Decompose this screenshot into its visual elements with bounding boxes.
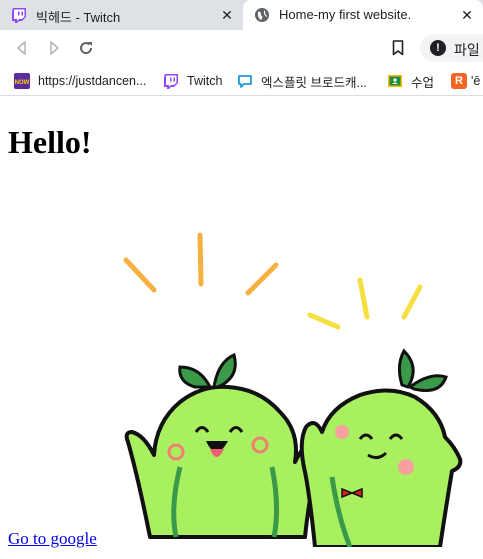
reload-icon[interactable] — [76, 38, 96, 58]
tab-twitch[interactable]: 빅헤드 - Twitch ✕ — [0, 0, 243, 30]
now-icon: NOW — [14, 73, 30, 89]
bookmark-label: 'ē — [471, 74, 481, 88]
bookmark-classroom[interactable]: 수업 — [387, 71, 434, 91]
classroom-icon — [387, 73, 403, 89]
twitch-icon — [10, 6, 28, 24]
toolbar: ! 파일 — [0, 30, 483, 66]
tab-home[interactable]: Home-my first website. ✕ — [243, 0, 483, 30]
page-content: Hello! Go to google — [0, 97, 483, 559]
bookmark-label: Twitch — [187, 74, 223, 88]
back-icon[interactable] — [12, 38, 32, 58]
twitch-icon — [163, 73, 179, 89]
bookmark-xsplit[interactable]: 엑스플릿 브로드캐... — [237, 71, 367, 91]
address-text: 파일 — [454, 42, 480, 58]
sparkle-lines-left — [123, 232, 279, 296]
bookmark-label: https://justdancen... — [38, 74, 147, 88]
monitor-icon — [237, 73, 253, 89]
page-title: Hello! — [8, 124, 92, 160]
character-left — [124, 352, 325, 539]
close-icon[interactable]: ✕ — [457, 5, 477, 25]
address-bar[interactable]: ! 파일 — [420, 34, 483, 62]
tab-strip: 빅헤드 - Twitch ✕ Home-my first website. ✕ — [0, 0, 483, 30]
google-link[interactable]: Go to google — [8, 529, 97, 549]
character-right — [299, 348, 463, 547]
tab-title: 빅헤드 - Twitch — [36, 10, 121, 25]
bookmark-twitch[interactable]: Twitch — [163, 71, 222, 91]
tab-title: Home-my first website. — [279, 7, 412, 22]
bookmark-r[interactable]: R 'ē — [451, 71, 480, 91]
sparkle-lines-right — [307, 277, 423, 330]
bookmark-label: 수업 — [411, 75, 435, 90]
globe-icon — [253, 6, 271, 24]
r-icon: R — [451, 73, 467, 89]
bookmark-justdance[interactable]: NOW https://justdancen... — [14, 71, 146, 91]
now-icon-text: NOW — [15, 80, 30, 86]
forward-icon[interactable] — [44, 38, 64, 58]
bookmark-label: 엑스플릿 브로드캐... — [261, 75, 367, 90]
cartoon-characters-image — [123, 232, 463, 547]
bookmark-icon[interactable] — [388, 38, 408, 58]
bookmarks-bar: NOW https://justdancen... Twitch 엑스플릿 브로… — [0, 66, 483, 96]
info-icon[interactable]: ! — [430, 40, 446, 56]
close-icon[interactable]: ✕ — [217, 5, 237, 25]
